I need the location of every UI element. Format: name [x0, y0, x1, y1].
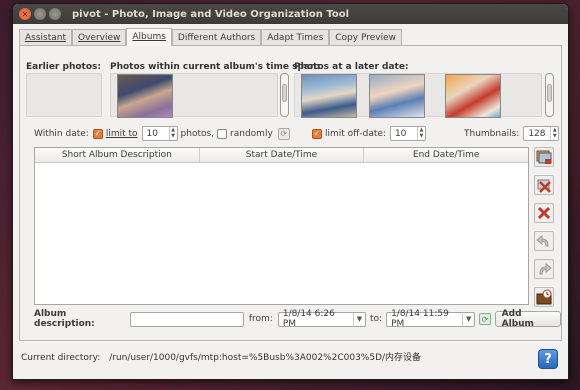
- to-datetime-combo[interactable]: 1/8/14 11:59 PM ▼: [386, 309, 476, 329]
- album-description-label: Album description:: [34, 309, 95, 329]
- albums-table[interactable]: Short Album Description Start Date/Time …: [34, 147, 529, 305]
- window-title: pivot - Photo, Image and Video Organizat…: [72, 8, 350, 20]
- later-scrollbar[interactable]: [545, 73, 554, 117]
- tab-assistant[interactable]: Assistant: [19, 29, 73, 46]
- help-button[interactable]: ?: [538, 349, 558, 369]
- close-window-button[interactable]: ✕: [19, 8, 31, 20]
- tab-different-authors[interactable]: Different Authors: [171, 29, 262, 46]
- album-description-input[interactable]: [130, 311, 244, 327]
- earlier-photos-label: Earlier photos:: [26, 62, 101, 72]
- thumbnails-row: Thumbnails: 128 ▲ ▼: [464, 126, 560, 141]
- add-album-button[interactable]: Add Album: [494, 309, 561, 329]
- randomly-checkbox[interactable]: [217, 128, 228, 139]
- current-directory-label: Current directory:: [21, 353, 101, 363]
- tab-bar: Assistant Overview Albums Different Auth…: [19, 28, 562, 46]
- to-label: to:: [369, 314, 383, 324]
- chevron-down-icon[interactable]: ▼: [352, 312, 365, 326]
- table-header: Short Album Description Start Date/Time …: [35, 148, 528, 163]
- delete-album-icon[interactable]: [534, 203, 554, 223]
- from-datetime-combo[interactable]: 1/8/14 6:26 PM ▼: [277, 309, 366, 329]
- limit-to-spinner[interactable]: 10 ▲ ▼: [141, 126, 178, 141]
- albums-panel: Earlier photos: Photos within current al…: [19, 45, 562, 341]
- within-photos-label: Photos within current album's time span:: [110, 62, 320, 72]
- from-label: from:: [248, 314, 273, 324]
- photo-thumbnail[interactable]: [301, 74, 357, 118]
- delete-all-icon[interactable]: [534, 175, 554, 195]
- limit-offdate-label: limit off-date:: [325, 128, 386, 139]
- album-actions: [534, 147, 556, 315]
- title-bar: ✕ pivot - Photo, Image and Video Organiz…: [13, 4, 568, 24]
- add-album-label: Add Album: [501, 309, 534, 329]
- redo-icon[interactable]: [534, 259, 554, 279]
- from-value: 1/8/14 6:26 PM: [282, 309, 335, 329]
- thumbnails-spinner[interactable]: 128 ▲ ▼: [523, 126, 560, 141]
- undo-icon[interactable]: [534, 231, 554, 251]
- album-edit-row: Album description: from: 1/8/14 6:26 PM …: [34, 309, 561, 329]
- options-row: Within date: ✓ limit to 10 ▲ ▼ photos, ra…: [34, 126, 290, 141]
- new-album-icon[interactable]: [534, 147, 554, 167]
- column-header[interactable]: Short Album Description: [35, 148, 200, 162]
- offdate-row: ✓ limit off-date: 10 ▲ ▼: [312, 126, 426, 141]
- current-directory-value: /run/user/1000/gvfs/mtp:host=%5Busb%3A00…: [109, 353, 422, 363]
- limit-offdate-spinner[interactable]: 10 ▲ ▼: [389, 126, 426, 141]
- limit-to-label: limit to: [105, 128, 138, 139]
- maximize-window-button[interactable]: [49, 8, 61, 20]
- within-photos-strip: [110, 73, 278, 118]
- limit-offdate-value: 10: [394, 128, 407, 139]
- tab-adapt-times[interactable]: Adapt Times: [261, 29, 330, 46]
- photo-thumbnail[interactable]: [445, 74, 501, 118]
- to-value: 1/8/14 11:59 PM: [391, 309, 449, 329]
- thumbnails-label: Thumbnails:: [464, 128, 520, 139]
- help-icon: ?: [544, 351, 552, 367]
- thumbnails-value: 128: [528, 128, 546, 139]
- tab-copy-preview[interactable]: Copy Preview: [329, 29, 402, 46]
- limit-to-value: 10: [146, 128, 158, 139]
- spinner-arrows-icon[interactable]: ▲ ▼: [168, 127, 177, 140]
- randomly-label: randomly: [230, 128, 273, 139]
- spinner-arrows-icon[interactable]: ▲ ▼: [416, 127, 425, 140]
- minimize-window-button[interactable]: [34, 8, 46, 20]
- status-line: Current directory: /run/user/1000/gvfs/m…: [21, 350, 421, 363]
- scrollbar-thumb[interactable]: [547, 84, 552, 102]
- within-date-label: Within date:: [34, 128, 89, 139]
- column-header[interactable]: Start Date/Time: [200, 148, 365, 162]
- earlier-photos-strip: [26, 73, 102, 117]
- later-photos-strip: [294, 73, 542, 118]
- spinner-arrows-icon[interactable]: ▲ ▼: [550, 127, 558, 140]
- photo-thumbnail[interactable]: [117, 74, 173, 118]
- main-window: ✕ pivot - Photo, Image and Video Organiz…: [12, 3, 569, 380]
- refresh-icon[interactable]: ⟳: [479, 313, 491, 325]
- within-scrollbar[interactable]: [280, 73, 289, 117]
- album-time-icon[interactable]: [534, 287, 554, 307]
- scrollbar-thumb[interactable]: [282, 84, 287, 102]
- tab-albums[interactable]: Albums: [126, 28, 172, 46]
- limit-to-checkbox[interactable]: ✓: [92, 128, 103, 139]
- later-photos-label: Photos at a later date:: [294, 62, 409, 72]
- photos-label: photos,: [180, 128, 215, 139]
- tab-overview[interactable]: Overview: [72, 29, 127, 46]
- column-header[interactable]: End Date/Time: [364, 148, 528, 162]
- limit-offdate-checkbox[interactable]: ✓: [312, 128, 322, 139]
- chevron-down-icon[interactable]: ▼: [462, 312, 474, 326]
- photo-thumbnail[interactable]: [369, 74, 425, 118]
- reshuffle-icon[interactable]: ⟳: [277, 127, 290, 140]
